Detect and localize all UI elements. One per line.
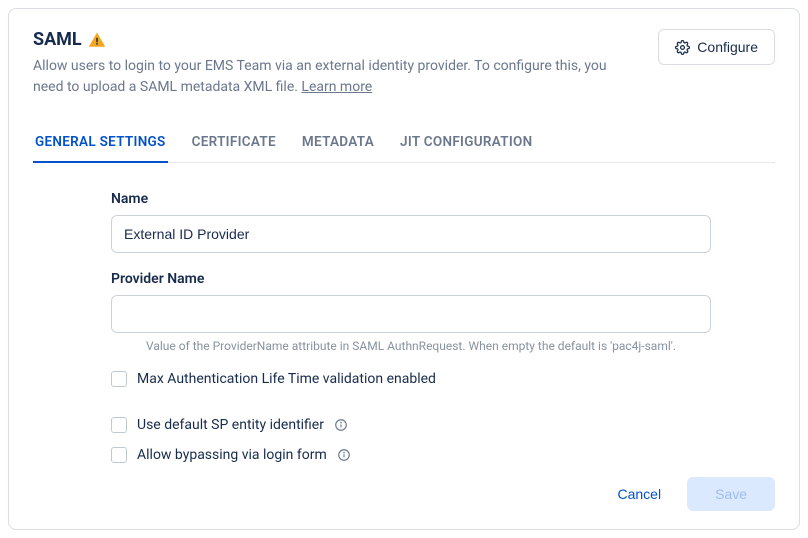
tab-general-settings[interactable]: GENERAL SETTINGS	[33, 124, 168, 162]
name-input[interactable]	[111, 215, 711, 253]
title-text: SAML	[33, 29, 82, 50]
tab-certificate[interactable]: CERTIFICATE	[190, 124, 278, 162]
provider-name-label: Provider Name	[111, 271, 736, 287]
name-label: Name	[111, 191, 736, 207]
provider-helper-text: Value of the ProviderName attribute in S…	[111, 339, 711, 353]
learn-more-link[interactable]: Learn more	[301, 79, 372, 95]
tab-metadata[interactable]: METADATA	[300, 124, 376, 162]
default-sp-checkbox[interactable]	[111, 417, 127, 433]
save-button[interactable]: Save	[687, 477, 775, 511]
cancel-button[interactable]: Cancel	[613, 478, 665, 510]
subtitle: Allow users to login to your EMS Team vi…	[33, 56, 633, 98]
configure-label: Configure	[697, 39, 758, 55]
max-auth-checkbox[interactable]	[111, 371, 127, 387]
title-block: SAML Allow users to login to your EMS Te…	[33, 29, 642, 98]
max-auth-check-row: Max Authentication Life Time validation …	[111, 371, 736, 387]
footer: Cancel Save	[33, 477, 775, 511]
form-area: Name Provider Name Value of the Provider…	[33, 163, 736, 477]
page-title: SAML	[33, 29, 642, 50]
max-auth-label: Max Authentication Life Time validation …	[137, 371, 436, 387]
tabs: GENERAL SETTINGS CERTIFICATE METADATA JI…	[33, 124, 775, 163]
info-icon[interactable]	[337, 448, 351, 462]
provider-group: Provider Name Value of the ProviderName …	[111, 271, 736, 353]
name-group: Name	[111, 191, 736, 253]
default-sp-check-row: Use default SP entity identifier	[111, 417, 736, 433]
gear-icon	[675, 40, 690, 55]
configure-button[interactable]: Configure	[658, 29, 775, 65]
card-header: SAML Allow users to login to your EMS Te…	[33, 29, 775, 98]
warning-icon	[88, 31, 106, 49]
info-icon[interactable]	[334, 418, 348, 432]
bypass-check-row: Allow bypassing via login form	[111, 447, 736, 463]
bypass-label: Allow bypassing via login form	[137, 447, 327, 463]
tab-jit-configuration[interactable]: JIT CONFIGURATION	[398, 124, 535, 162]
provider-name-input[interactable]	[111, 295, 711, 333]
bypass-checkbox[interactable]	[111, 447, 127, 463]
default-sp-label: Use default SP entity identifier	[137, 417, 324, 433]
saml-settings-card: SAML Allow users to login to your EMS Te…	[8, 8, 800, 530]
